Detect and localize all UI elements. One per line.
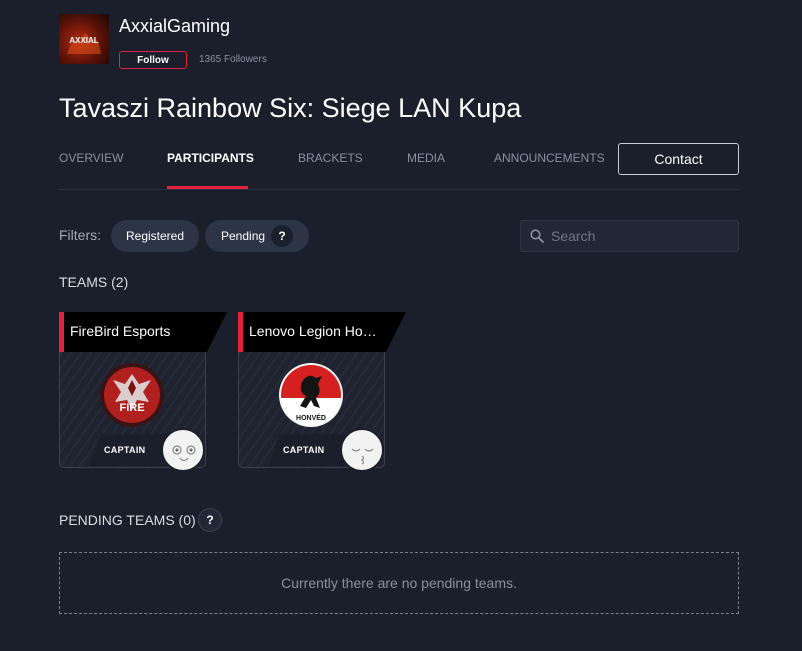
organizer-logo[interactable]: AXXIAL [59,14,109,64]
search-icon [530,229,544,248]
pending-teams-help-icon[interactable]: ? [198,508,222,532]
contact-button[interactable]: Contact [618,143,739,175]
follow-button[interactable]: Follow [119,51,187,69]
svg-text:AXXIAL: AXXIAL [69,36,98,45]
svg-text:HONVÉD: HONVÉD [296,413,326,422]
captain-avatar[interactable] [340,428,384,472]
team-name: FireBird Esports [70,323,171,339]
honved-logo: HONVÉD [278,362,344,428]
captain-label: CAPTAIN [283,445,325,455]
empty-state-message: Currently there are no pending teams. [281,575,517,591]
page-title: Tavaszi Rainbow Six: Siege LAN Kupa [59,93,522,123]
tab-brackets[interactable]: BRACKETS [298,151,363,165]
team-name: Lenovo Legion Honvéd [249,323,381,339]
svg-text:FIRE: FIRE [119,402,144,414]
filters-label: Filters: [59,227,101,243]
tab-announcements[interactable]: ANNOUNCEMENTS [494,151,605,165]
pending-help-icon[interactable]: ? [271,225,293,247]
organizer-name[interactable]: AxxialGaming [119,16,230,37]
teams-heading: TEAMS (2) [59,274,129,290]
follower-count: 1365 Followers [199,54,267,65]
team-card[interactable]: FireBird Esports FIRE CAPTAIN [59,312,227,472]
captain-avatar[interactable] [161,428,205,472]
tab-media[interactable]: MEDIA [407,151,445,165]
tabs-divider [59,189,739,190]
filter-registered[interactable]: Registered [111,220,199,252]
team-card[interactable]: Lenovo Legion Honvéd HONVÉD CAPTAIN [238,312,406,472]
filter-pending-label: Pending [221,229,266,243]
firebird-logo: FIRE [99,362,165,428]
search-box [520,220,739,252]
tab-overview[interactable]: OVERVIEW [59,151,123,165]
search-input[interactable] [551,221,731,251]
pending-teams-empty-state: Currently there are no pending teams. [59,552,739,614]
filter-pending[interactable]: Pending ? [205,220,309,252]
captain-label: CAPTAIN [104,445,146,455]
tab-participants[interactable]: PARTICIPANTS [167,151,254,165]
pending-teams-heading: PENDING TEAMS (0) [59,512,196,528]
